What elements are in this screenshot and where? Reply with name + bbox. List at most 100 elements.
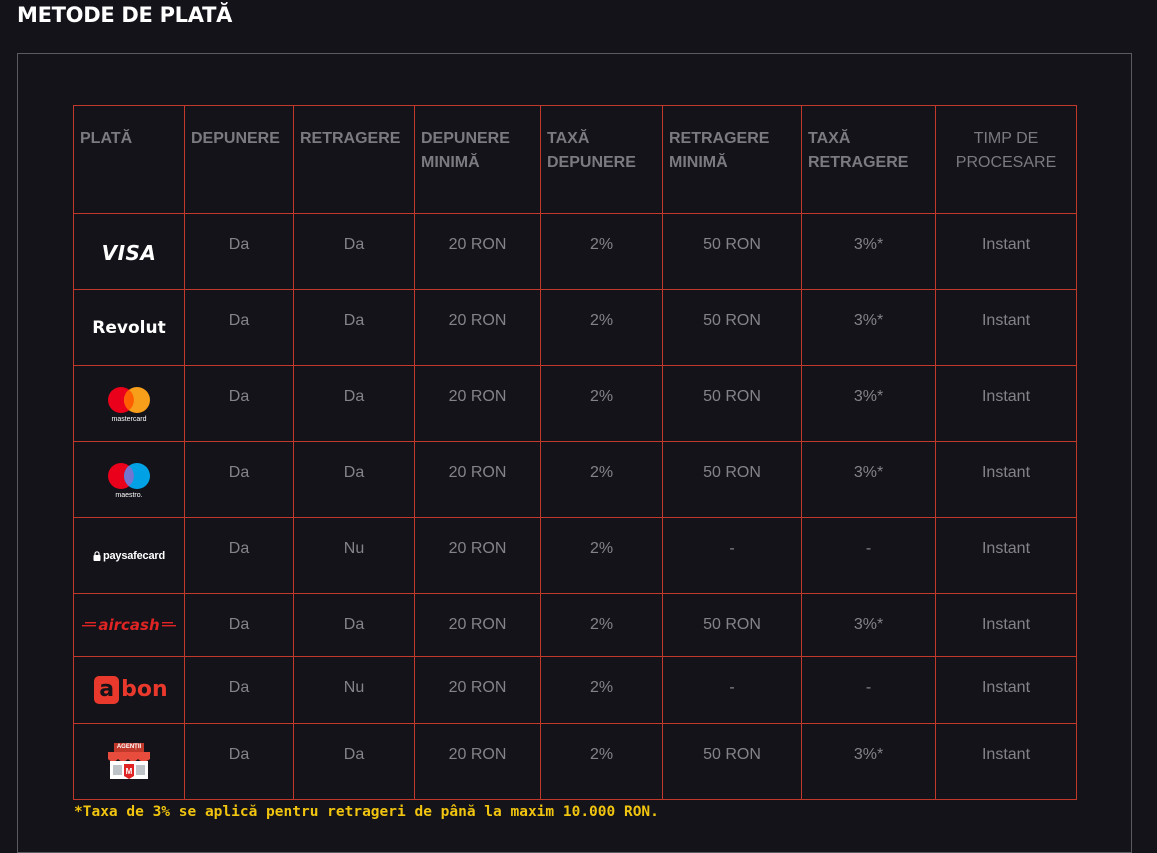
header-depunere: DEPUNERE bbox=[184, 105, 294, 214]
footnote: *Taxa de 3% se aplică pentru retrageri d… bbox=[74, 804, 659, 820]
processing-cell: Instant bbox=[935, 723, 1077, 800]
visa-logo: VISA bbox=[101, 240, 157, 265]
processing-cell: Instant bbox=[935, 213, 1077, 290]
min-deposit-cell: 20 RON bbox=[414, 517, 541, 594]
paysafecard-logo: paysafecard bbox=[74, 550, 184, 562]
lock-icon bbox=[93, 550, 101, 561]
withdraw-fee-cell: 3%* bbox=[801, 289, 936, 366]
payment-methods-table: PLATĂ DEPUNERE RETRAGERE DEPUNERE MINIMĂ… bbox=[73, 105, 1077, 800]
withdraw-cell: Da bbox=[293, 723, 415, 800]
processing-cell: Instant bbox=[935, 441, 1077, 518]
method-cell: mastercard bbox=[73, 365, 185, 442]
deposit-fee-cell: 2% bbox=[540, 289, 663, 366]
header-retragere: RETRAGERE bbox=[293, 105, 415, 214]
withdraw-cell: Da bbox=[293, 593, 415, 657]
page-title: METODE DE PLATĂ bbox=[17, 3, 233, 27]
method-cell: AGENȚII M bbox=[73, 723, 185, 800]
mastercard-logo: mastercard bbox=[74, 385, 184, 423]
min-withdraw-cell: 50 RON bbox=[662, 593, 802, 657]
method-cell: paysafecard bbox=[73, 517, 185, 594]
svg-text:M: M bbox=[126, 767, 133, 776]
min-deposit-cell: 20 RON bbox=[414, 289, 541, 366]
aircash-logo: aircash bbox=[74, 616, 184, 634]
min-withdraw-cell: 50 RON bbox=[662, 289, 802, 366]
abon-wordmark: bon bbox=[121, 677, 168, 702]
min-deposit-cell: 20 RON bbox=[414, 656, 541, 724]
table-row: mastercard Da Da 20 RON 2% 50 RON 3%* In… bbox=[73, 365, 1077, 442]
agentii-logo: AGENȚII M bbox=[74, 743, 184, 780]
maestro-logo: maestro. bbox=[74, 461, 184, 499]
withdraw-fee-cell: - bbox=[801, 656, 936, 724]
deposit-cell: Da bbox=[184, 289, 294, 366]
withdraw-cell: Da bbox=[293, 213, 415, 290]
withdraw-cell: Da bbox=[293, 441, 415, 518]
withdraw-cell: Da bbox=[293, 289, 415, 366]
withdraw-cell: Nu bbox=[293, 517, 415, 594]
deposit-cell: Da bbox=[184, 593, 294, 657]
header-plata: PLATĂ bbox=[73, 105, 185, 214]
deposit-fee-cell: 2% bbox=[540, 213, 663, 290]
min-withdraw-cell: 50 RON bbox=[662, 441, 802, 518]
deposit-fee-cell: 2% bbox=[540, 441, 663, 518]
table-row: aircash Da Da 20 RON 2% 50 RON 3%* Insta… bbox=[73, 593, 1077, 657]
deposit-fee-cell: 2% bbox=[540, 656, 663, 724]
deposit-cell: Da bbox=[184, 365, 294, 442]
min-withdraw-cell: - bbox=[662, 517, 802, 594]
min-deposit-cell: 20 RON bbox=[414, 441, 541, 518]
table-row: Revolut Da Da 20 RON 2% 50 RON 3%* Insta… bbox=[73, 289, 1077, 366]
withdraw-fee-cell: - bbox=[801, 517, 936, 594]
header-timp-de-procesare: TIMP DE PROCESARE bbox=[935, 105, 1077, 214]
revolut-logo: Revolut bbox=[92, 317, 166, 338]
deposit-fee-cell: 2% bbox=[540, 723, 663, 800]
table-row: AGENȚII M Da Da 20 RON 2% 50 RON 3%* Ins… bbox=[73, 723, 1077, 800]
withdraw-fee-cell: 3%* bbox=[801, 213, 936, 290]
speed-lines-right-icon bbox=[161, 622, 176, 627]
method-cell: Revolut bbox=[73, 289, 185, 366]
table-header-row: PLATĂ DEPUNERE RETRAGERE DEPUNERE MINIMĂ… bbox=[73, 105, 1077, 214]
method-cell: maestro. bbox=[73, 441, 185, 518]
withdraw-fee-cell: 3%* bbox=[801, 441, 936, 518]
deposit-cell: Da bbox=[184, 723, 294, 800]
min-withdraw-cell: 50 RON bbox=[662, 213, 802, 290]
min-deposit-cell: 20 RON bbox=[414, 365, 541, 442]
deposit-cell: Da bbox=[184, 656, 294, 724]
abon-a-box-icon: a bbox=[94, 676, 120, 704]
deposit-cell: Da bbox=[184, 441, 294, 518]
withdraw-fee-cell: 3%* bbox=[801, 593, 936, 657]
min-deposit-cell: 20 RON bbox=[414, 723, 541, 800]
min-withdraw-cell: 50 RON bbox=[662, 365, 802, 442]
table-row: a bon Da Nu 20 RON 2% - - Instant bbox=[73, 656, 1077, 724]
deposit-fee-cell: 2% bbox=[540, 365, 663, 442]
table-row: maestro. Da Da 20 RON 2% 50 RON 3%* Inst… bbox=[73, 441, 1077, 518]
method-cell: aircash bbox=[73, 593, 185, 657]
withdraw-cell: Da bbox=[293, 365, 415, 442]
processing-cell: Instant bbox=[935, 289, 1077, 366]
processing-cell: Instant bbox=[935, 656, 1077, 724]
deposit-cell: Da bbox=[184, 213, 294, 290]
table-row: VISA Da Da 20 RON 2% 50 RON 3%* Instant bbox=[73, 213, 1077, 290]
deposit-cell: Da bbox=[184, 517, 294, 594]
maestro-circles-icon bbox=[108, 462, 150, 489]
header-depunere-minima: DEPUNERE MINIMĂ bbox=[414, 105, 541, 214]
header-retragere-minima: RETRAGERE MINIMĂ bbox=[662, 105, 802, 214]
header-taxa-depunere: TAXĂ DEPUNERE bbox=[540, 105, 663, 214]
min-withdraw-cell: - bbox=[662, 656, 802, 724]
storefront-icon: M bbox=[108, 752, 150, 779]
abon-logo: a bon bbox=[74, 676, 184, 704]
method-cell: VISA bbox=[73, 213, 185, 290]
processing-cell: Instant bbox=[935, 593, 1077, 657]
withdraw-fee-cell: 3%* bbox=[801, 723, 936, 800]
header-taxa-retragere: TAXĂ RETRAGERE bbox=[801, 105, 936, 214]
deposit-fee-cell: 2% bbox=[540, 593, 663, 657]
table-row: paysafecard Da Nu 20 RON 2% - - Instant bbox=[73, 517, 1077, 594]
withdraw-fee-cell: 3%* bbox=[801, 365, 936, 442]
method-cell: a bon bbox=[73, 656, 185, 724]
speed-lines-left-icon bbox=[82, 622, 97, 627]
processing-cell: Instant bbox=[935, 365, 1077, 442]
withdraw-cell: Nu bbox=[293, 656, 415, 724]
min-deposit-cell: 20 RON bbox=[414, 213, 541, 290]
mastercard-circles-icon bbox=[108, 386, 150, 413]
deposit-fee-cell: 2% bbox=[540, 517, 663, 594]
min-withdraw-cell: 50 RON bbox=[662, 723, 802, 800]
min-deposit-cell: 20 RON bbox=[414, 593, 541, 657]
